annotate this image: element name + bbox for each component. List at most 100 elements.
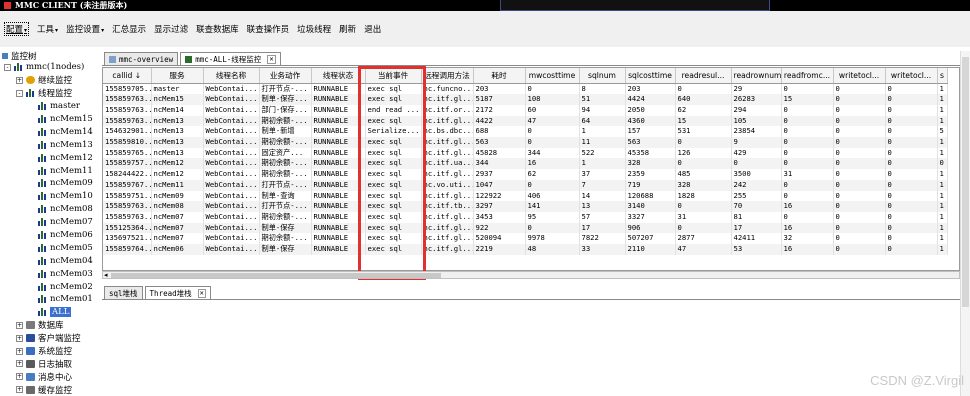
tree-item[interactable]: ncMem11: [0, 164, 100, 177]
table-row[interactable]: 155859810...ncMem13WebContai...期初余额-...R…: [103, 137, 948, 148]
column-header[interactable]: 当前事件: [365, 68, 422, 84]
tree-item[interactable]: ncMem13: [0, 138, 100, 151]
menu-item-9[interactable]: 退出: [364, 23, 381, 35]
tree-item[interactable]: + 缓存监控: [0, 383, 100, 396]
column-header[interactable]: writetocl...: [833, 68, 886, 84]
scroll-left-icon[interactable]: ◂: [104, 271, 108, 279]
table-row[interactable]: 158244422...ncMem12WebContai...期初余额-...R…: [103, 169, 948, 180]
tree-item[interactable]: - mmc(1nodes): [0, 61, 100, 74]
table-cell: 45828: [473, 147, 526, 159]
expand-icon[interactable]: +: [16, 334, 23, 342]
table-row[interactable]: 155859751...ncMem09WebContai...制单-查询RUNN…: [103, 190, 948, 202]
collapse-icon[interactable]: -: [16, 89, 23, 97]
horizontal-scrollbar[interactable]: ◂: [102, 271, 960, 279]
menu-item-3[interactable]: 汇总显示: [112, 23, 146, 35]
column-header[interactable]: readresul...: [675, 68, 732, 84]
tree-item[interactable]: ncMem06: [0, 229, 100, 242]
menu-item-4[interactable]: 显示过滤: [154, 23, 188, 35]
tree-item[interactable]: ncMem07: [0, 216, 100, 229]
expand-icon[interactable]: +: [16, 386, 23, 394]
tree-item[interactable]: ncMem10: [0, 190, 100, 203]
table-row[interactable]: 155859757...ncMem12WebContai...期初余额-...R…: [103, 158, 948, 170]
column-header[interactable]: readfromc...: [781, 68, 834, 84]
menu-item-0[interactable]: 配置▾: [4, 22, 30, 36]
tree-item[interactable]: + 数据库: [0, 319, 100, 332]
scroll-thumb[interactable]: [111, 273, 441, 278]
tree-item[interactable]: ncMem04: [0, 254, 100, 267]
table-row[interactable]: 155859763...ncMem13WebContai...期初余额-...R…: [103, 115, 948, 127]
collapse-icon[interactable]: -: [4, 63, 11, 71]
tab-label: Thread堆栈: [149, 288, 192, 298]
column-header[interactable]: 线程状态: [311, 68, 366, 84]
column-header[interactable]: mwcosttime: [525, 68, 580, 84]
tab-1[interactable]: mmc-ALL-线程监控 ✕: [180, 52, 281, 65]
expand-icon[interactable]: +: [16, 76, 23, 84]
column-header[interactable]: 服务: [151, 68, 204, 84]
expand-icon[interactable]: +: [16, 360, 23, 368]
tree-item[interactable]: ALL: [0, 306, 100, 319]
vertical-scrollbar[interactable]: [960, 51, 970, 396]
column-header[interactable]: 耗时: [473, 68, 526, 84]
table-row[interactable]: 155859705...masterWebContai...打开节点-...RU…: [103, 83, 948, 95]
tab-0[interactable]: mmc-overview: [104, 52, 179, 65]
table-cell: nc.itf.gl...: [421, 169, 474, 180]
menu-item-1[interactable]: 工具▾: [37, 23, 58, 35]
tree-item[interactable]: ncMem14: [0, 125, 100, 138]
close-icon[interactable]: ✕: [197, 288, 206, 298]
table-row[interactable]: 154632901...ncMem13WebContai...制单-新增RUNN…: [103, 126, 948, 138]
table-row[interactable]: 135697521...ncMem07WebContai...期初余额-...R…: [103, 233, 948, 245]
tree-item[interactable]: - 线程监控: [0, 87, 100, 100]
table-cell: RUNNABLE: [311, 94, 366, 105]
table-row[interactable]: 155859763...ncMem08WebContai...打开节点-...R…: [103, 201, 948, 212]
tree-item[interactable]: + 客户端监控: [0, 332, 100, 345]
tree-item[interactable]: ncMem08: [0, 203, 100, 216]
table-cell: 0: [781, 211, 834, 223]
tree-item[interactable]: ncMem05: [0, 241, 100, 254]
table-cell: 0: [675, 158, 732, 170]
column-header[interactable]: callid ↓: [103, 68, 152, 84]
table-row[interactable]: 155859763...ncMem14WebContai...部门-保存...R…: [103, 104, 948, 116]
table-cell: 固定资产...: [259, 147, 312, 159]
tree-item[interactable]: ncMem01: [0, 293, 100, 306]
tree-item[interactable]: ncMem02: [0, 280, 100, 293]
tree-item[interactable]: ncMem12: [0, 151, 100, 164]
table-row[interactable]: 155859763...ncMem15WebContai...制单-保存...R…: [103, 94, 948, 105]
table-cell: 155859764...: [103, 244, 152, 255]
table-row[interactable]: 155859764...ncMem06WebContai...制单-保存RUNN…: [103, 244, 948, 255]
menu-item-7[interactable]: 垃圾线程: [297, 23, 331, 35]
tree-item[interactable]: + 系统监控: [0, 345, 100, 358]
expand-icon[interactable]: +: [16, 373, 23, 381]
tree-item[interactable]: + 继续监控: [0, 74, 100, 87]
column-header[interactable]: 线程名称: [203, 68, 260, 84]
tree-item[interactable]: + 日志抽取: [0, 357, 100, 370]
tree-item[interactable]: ncMem09: [0, 177, 100, 190]
menu-item-6[interactable]: 联查操作员: [247, 23, 290, 35]
table-cell: RUNNABLE: [311, 147, 366, 159]
column-header[interactable]: 远程调用方法: [421, 68, 474, 84]
column-header[interactable]: writetocl...: [885, 68, 938, 84]
vertical-scroll-thumb[interactable]: [962, 57, 969, 307]
tree-item[interactable]: ncMem15: [0, 113, 100, 126]
tree-item[interactable]: ncMem03: [0, 267, 100, 280]
table-row[interactable]: 155125364...ncMem07WebContai...制单-保存RUNN…: [103, 222, 948, 234]
table-row[interactable]: 155859767...ncMem11WebContai...打开节点-...R…: [103, 179, 948, 191]
table-row[interactable]: 155859763...ncMem07WebContai...期初余额-...R…: [103, 211, 948, 223]
column-header[interactable]: sqlcosttime: [625, 68, 676, 84]
expand-icon[interactable]: +: [16, 321, 23, 329]
expand-icon[interactable]: +: [16, 347, 23, 355]
column-header[interactable]: sqlnum: [579, 68, 626, 84]
tree-item[interactable]: + 消息中心: [0, 370, 100, 383]
table-cell: 0: [675, 201, 732, 212]
table-row[interactable]: 155859765...ncMem13WebContai...固定资产...RU…: [103, 147, 948, 159]
tab-1[interactable]: Thread堆栈 ✕: [144, 286, 211, 299]
column-header[interactable]: s: [937, 68, 948, 84]
table-cell: nc.itf.tb...: [421, 201, 474, 212]
tab-0[interactable]: sql堆栈: [104, 286, 143, 299]
menu-item-8[interactable]: 刷新: [339, 23, 356, 35]
column-header[interactable]: readrownum: [731, 68, 782, 84]
tree-item[interactable]: master: [0, 100, 100, 113]
menu-item-5[interactable]: 联查数据库: [196, 23, 239, 35]
column-header[interactable]: 业务动作: [259, 68, 312, 84]
menu-item-2[interactable]: 监控设置▾: [66, 23, 104, 35]
close-icon[interactable]: ✕: [267, 54, 276, 64]
